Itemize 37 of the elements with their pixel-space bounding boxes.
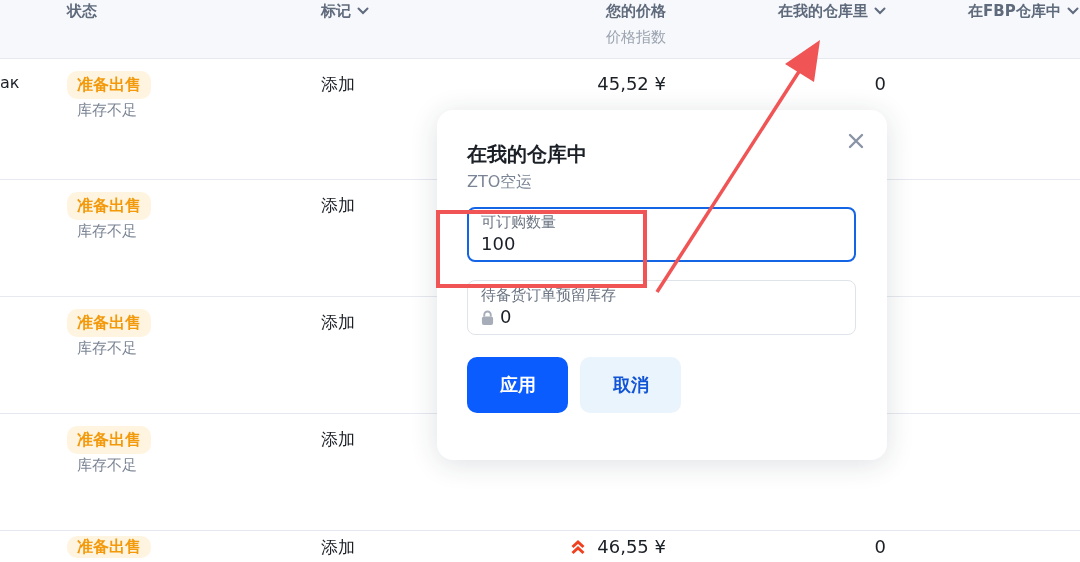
apply-button[interactable]: 应用 (467, 357, 568, 413)
chevron-down-icon (874, 7, 886, 15)
lock-icon (481, 309, 494, 325)
status-badge: 准备出售 (67, 192, 151, 220)
chevron-down-icon (1066, 7, 1079, 15)
stock-note: 库存不足 (77, 455, 137, 475)
status-badge: 准备出售 (67, 536, 151, 558)
dialog-subtitle: ZTO空运 (467, 171, 534, 193)
status-badge: 准备出售 (67, 426, 151, 454)
input-field[interactable]: 待备货订单预留库存 0 (467, 280, 856, 335)
cancel-button[interactable]: 取消 (580, 357, 681, 413)
stock-note: 库存不足 (77, 100, 137, 120)
column-header[interactable]: 在我的仓库里 (778, 1, 886, 21)
price-value: 45,52 ¥ (597, 72, 666, 96)
double-chevron-up-icon (571, 539, 586, 555)
column-header[interactable]: 您的价格 (606, 1, 666, 21)
stock-note: 库存不足 (77, 221, 137, 241)
close-icon[interactable] (848, 133, 864, 149)
input-field[interactable]: 可订购数量 100 (467, 207, 856, 262)
add-mark-link[interactable]: 添加 (321, 195, 355, 215)
price-value: 46,55 ¥ (597, 536, 666, 558)
dialog-title: 在我的仓库中 (467, 141, 588, 168)
add-mark-link[interactable]: 添加 (321, 312, 355, 332)
add-mark-link[interactable]: 添加 (321, 74, 355, 94)
chevron-down-icon (357, 7, 369, 15)
column-header[interactable]: 状态 (67, 1, 321, 21)
warehouse-quantity: 0 (874, 536, 886, 559)
add-mark-link[interactable]: 添加 (321, 537, 355, 557)
column-subheader: 价格指数 (606, 27, 666, 47)
status-badge: 准备出售 (67, 309, 151, 337)
add-mark-link[interactable]: 添加 (321, 429, 355, 449)
warehouse-quantity: 0 (874, 72, 886, 96)
status-badge: 准备出售 (67, 71, 151, 99)
column-header[interactable]: 在FBP仓库中 (968, 1, 1080, 21)
stock-note: 库存不足 (77, 338, 137, 358)
product-name: ак (0, 72, 21, 94)
column-header[interactable]: 标记 (321, 1, 540, 21)
